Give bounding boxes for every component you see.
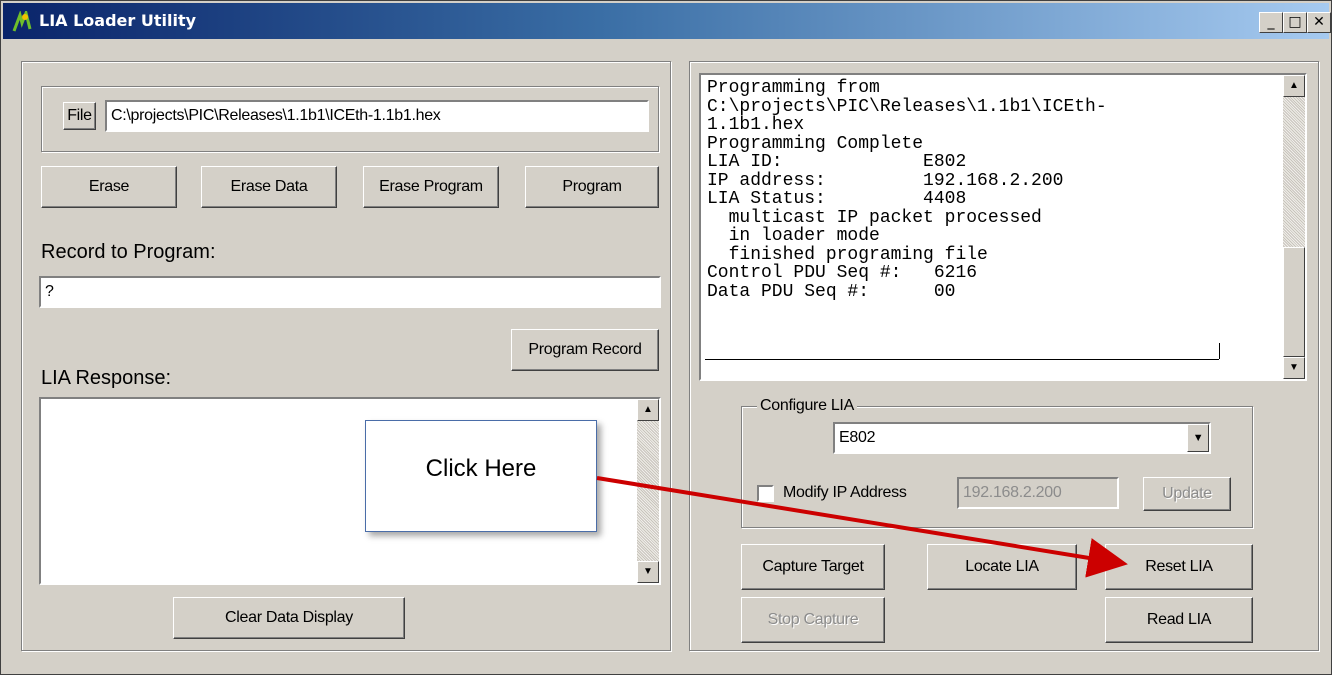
arrow-line — [596, 476, 1128, 578]
annotation-arrow — [596, 476, 1128, 578]
